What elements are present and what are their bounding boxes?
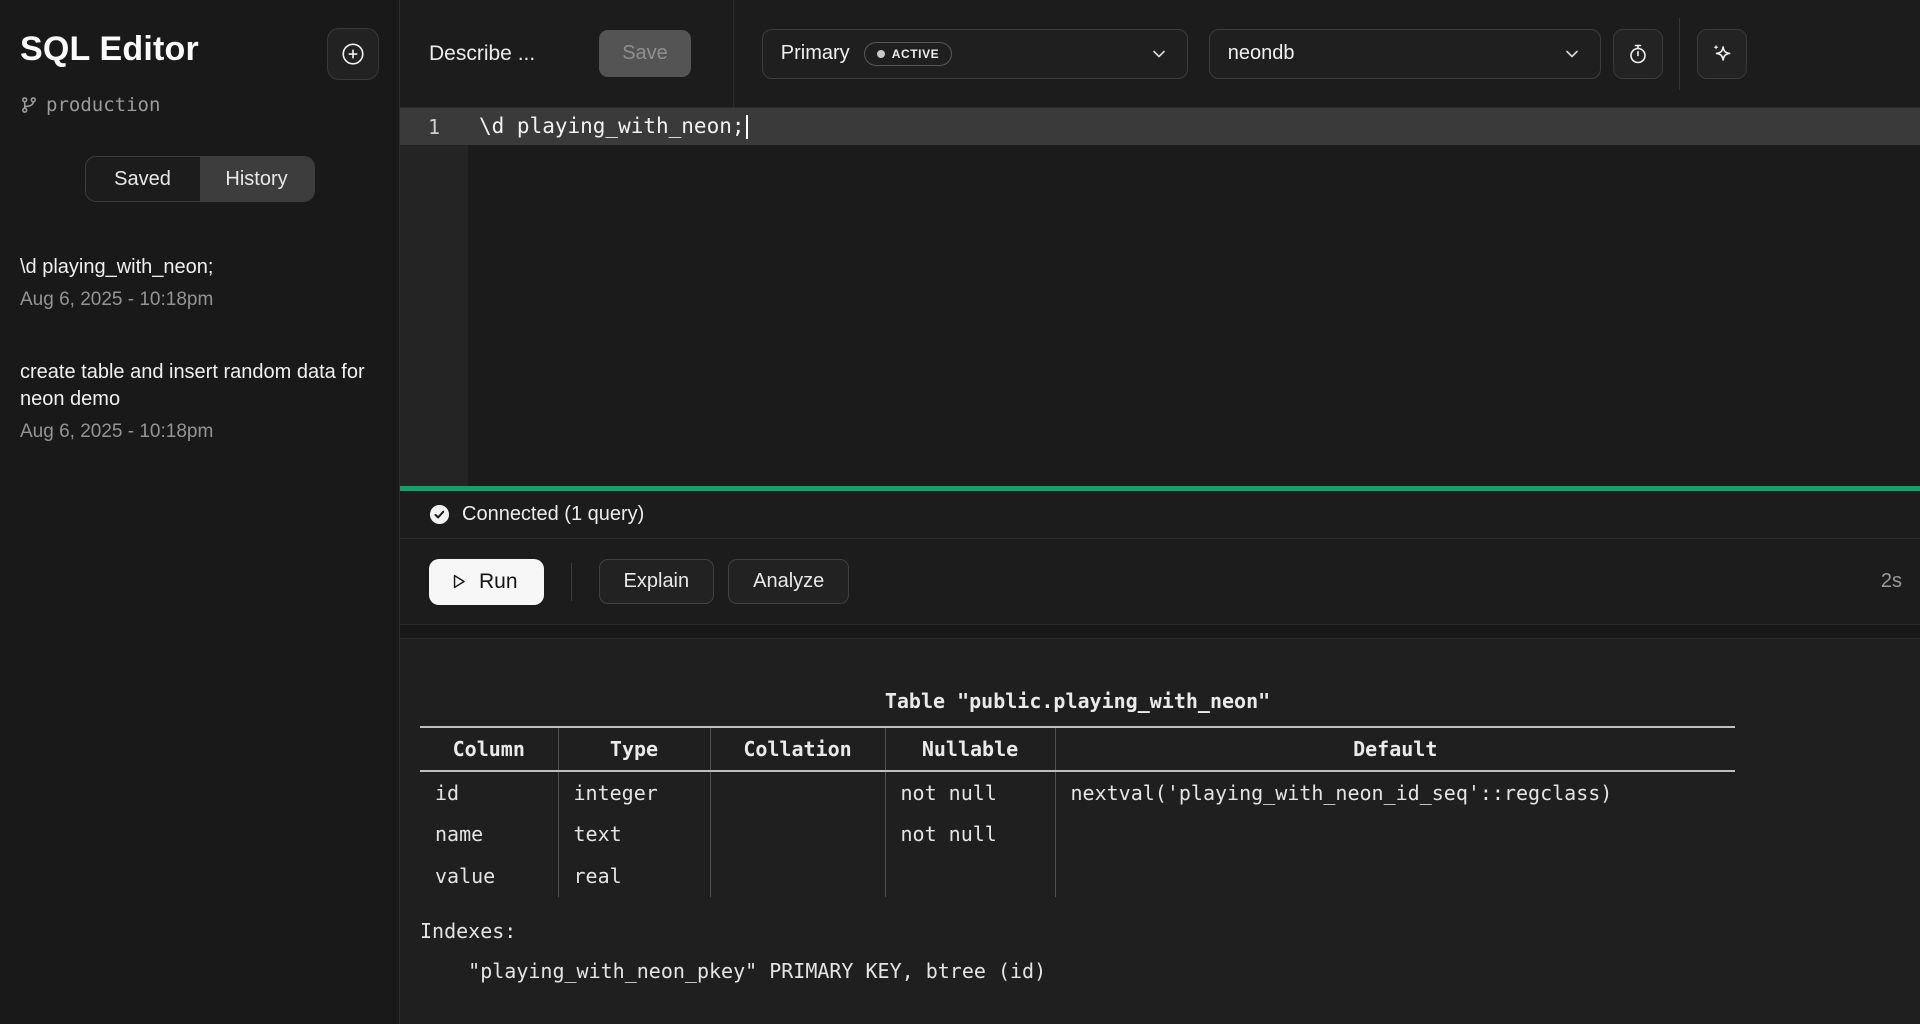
topbar: Describe ... Save Primary ACTIVE neondb [400,0,1920,108]
history-item-timestamp: Aug 6, 2025 - 10:18pm [20,289,379,311]
analyze-button[interactable]: Analyze [728,559,849,604]
history-item-title: create table and insert random data for … [20,359,365,413]
results-panel: Table "public.playing_with_neon" Column … [400,639,1920,1024]
stopwatch-icon [1626,42,1650,66]
query-duration: 2s [1881,570,1902,593]
explain-button[interactable]: Explain [599,559,715,604]
cell: integer [558,771,710,813]
branch-indicator: production [20,94,379,116]
history-list: \d playing_with_neon; Aug 6, 2025 - 10:1… [20,254,379,443]
table-row: value real [420,855,1735,897]
query-history-button[interactable] [1613,29,1663,79]
cell [885,855,1055,897]
cell: nextval('playing_with_neon_id_seq'::regc… [1055,771,1735,813]
branch-selector[interactable]: Primary ACTIVE [762,29,1188,79]
status-badge: ACTIVE [864,42,953,66]
code-text: \d playing_with_neon; [479,114,745,138]
tab-history[interactable]: History [200,157,314,201]
history-item-timestamp: Aug 6, 2025 - 10:18pm [20,421,379,443]
table-row: id integer not null nextval('playing_wit… [420,771,1735,813]
history-item-title: \d playing_with_neon; [20,254,365,281]
status-bar: Connected (1 query) [400,491,1920,539]
status-badge-label: ACTIVE [892,47,940,61]
chevron-down-icon [1562,44,1582,64]
chevron-down-icon [1149,44,1169,64]
cell: id [420,771,558,813]
text-cursor [746,115,748,139]
editor-gutter [400,108,468,486]
psql-output: Table "public.playing_with_neon" Column … [420,689,1735,983]
branch-name: production [46,94,160,116]
code-line: \d playing_with_neon; [468,114,748,139]
cell [1055,855,1735,897]
connection-status: Connected (1 query) [462,503,644,526]
column-header: Type [558,727,710,771]
history-item[interactable]: create table and insert random data for … [20,359,379,443]
results-header-row: Column Type Collation Nullable Default [420,727,1735,771]
sidebar: SQL Editor production Saved History \d p… [0,0,400,1024]
results-table-title: Table "public.playing_with_neon" [420,689,1735,713]
save-button[interactable]: Save [599,30,691,77]
actions-bar: Run Explain Analyze 2s [400,539,1920,625]
branch-selector-value: Primary [781,42,850,65]
ai-assist-button[interactable] [1697,29,1747,79]
line-number: 1 [400,115,468,139]
results-table: Column Type Collation Nullable Default i… [420,726,1735,897]
run-button[interactable]: Run [429,559,544,605]
cell: text [558,813,710,855]
git-branch-icon [20,96,38,114]
cell: not null [885,813,1055,855]
table-row: name text not null [420,813,1735,855]
play-icon [449,572,468,591]
tab-saved[interactable]: Saved [86,157,200,201]
results-panel-edge [400,625,1920,639]
column-header: Nullable [885,727,1055,771]
cell [710,813,885,855]
sidebar-tabs: Saved History [85,156,315,202]
new-query-button[interactable] [327,28,379,80]
cell: name [420,813,558,855]
query-name-group: Describe ... Save [400,0,734,107]
main-panel: Describe ... Save Primary ACTIVE neondb [400,0,1920,1024]
history-item[interactable]: \d playing_with_neon; Aug 6, 2025 - 10:1… [20,254,379,311]
topbar-selectors: Primary ACTIVE neondb [734,0,1920,107]
topbar-divider [1679,18,1680,90]
column-header: Default [1055,727,1735,771]
database-selector-value: neondb [1228,42,1295,65]
database-selector[interactable]: neondb [1209,29,1601,79]
cell: not null [885,771,1055,813]
sql-editor[interactable]: 1 \d playing_with_neon; [400,108,1920,486]
sparkle-icon [1709,41,1735,67]
indexes-label: Indexes: [420,919,1735,943]
cell [710,771,885,813]
index-definition: "playing_with_neon_pkey" PRIMARY KEY, bt… [420,959,1735,983]
cell [1055,813,1735,855]
active-dot-icon [877,50,885,58]
query-name[interactable]: Describe ... [429,42,535,66]
column-header: Column [420,727,558,771]
run-button-label: Run [479,570,518,594]
page-title: SQL Editor [20,30,199,69]
editor-active-line[interactable]: 1 \d playing_with_neon; [400,108,1920,145]
cell: real [558,855,710,897]
cell: value [420,855,558,897]
cell [710,855,885,897]
actions-divider [571,563,572,601]
check-circle-icon [429,504,450,525]
plus-circle-icon [340,41,366,67]
column-header: Collation [710,727,885,771]
sidebar-header: SQL Editor [20,30,379,80]
